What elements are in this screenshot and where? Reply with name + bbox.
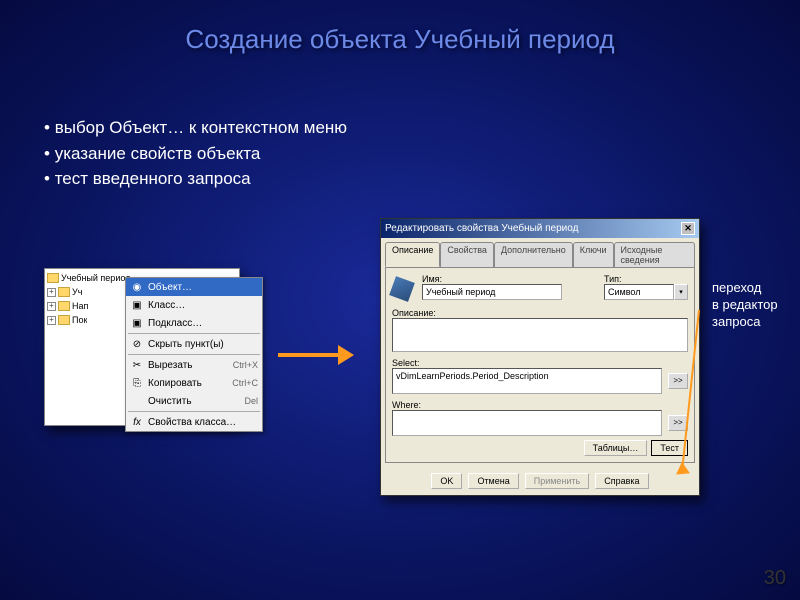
tree-label: Учебный период: [61, 273, 130, 283]
name-input[interactable]: Учебный период: [422, 284, 562, 300]
bullet-item: тест введенного запроса: [44, 166, 347, 192]
bullet-item: указание свойств объекта: [44, 141, 347, 167]
menu-label: Скрыть пункт(ы): [148, 339, 224, 350]
expand-icon[interactable]: +: [47, 288, 56, 297]
where-label: Where:: [392, 400, 688, 410]
menu-item-copy[interactable]: ⎘ Копировать Ctrl+C: [126, 374, 262, 392]
cube-icon: ◉: [130, 280, 144, 294]
menu-label: Свойства класса…: [148, 417, 236, 428]
fx-icon: fx: [130, 415, 144, 429]
tree-panel: Учебный период + Уч + Нап + Пок ◉ Объект…: [44, 268, 240, 426]
menu-label: Объект…: [148, 282, 192, 293]
where-textarea[interactable]: [392, 410, 662, 436]
menu-item-classprops[interactable]: fx Свойства класса…: [126, 413, 262, 431]
shortcut: Ctrl+X: [233, 360, 258, 370]
cut-icon: ✂: [130, 358, 144, 372]
tab-keys[interactable]: Ключи: [573, 242, 614, 267]
description-textarea[interactable]: [392, 318, 688, 352]
annotation-line: в редактор: [712, 297, 778, 314]
dialog-footer: OK Отмена Применить Справка: [381, 467, 699, 495]
annotation-text: переход в редактор запроса: [712, 280, 778, 331]
select-textarea[interactable]: vDimLearnPeriods.Period_Description: [392, 368, 662, 394]
properties-dialog: Редактировать свойства Учебный период ✕ …: [380, 218, 700, 496]
folder-icon: [58, 315, 70, 325]
ok-button[interactable]: OK: [431, 473, 462, 489]
tree-label: Нап: [72, 301, 88, 311]
menu-item-clear[interactable]: Очистить Del: [126, 392, 262, 410]
folder-icon: [58, 301, 70, 311]
shortcut: Del: [244, 396, 258, 406]
menu-item-object[interactable]: ◉ Объект…: [126, 278, 262, 296]
copy-icon: ⎘: [130, 376, 144, 390]
folder-icon: ▣: [130, 298, 144, 312]
flow-arrow: [278, 345, 358, 365]
dialog-title-text: Редактировать свойства Учебный период: [385, 223, 578, 234]
expand-icon[interactable]: +: [47, 302, 56, 311]
slide-number: 30: [764, 567, 786, 590]
bullet-list: выбор Объект… к контекстном меню указани…: [44, 115, 347, 192]
menu-separator: [128, 333, 260, 334]
description-label: Описание:: [392, 308, 688, 318]
folder-icon: [58, 287, 70, 297]
expand-icon[interactable]: +: [47, 316, 56, 325]
folder-icon: [47, 273, 59, 283]
tables-button[interactable]: Таблицы…: [584, 440, 648, 456]
menu-separator: [128, 354, 260, 355]
annotation-line: запроса: [712, 314, 778, 331]
hide-icon: ⊘: [130, 337, 144, 351]
clear-icon: [130, 394, 144, 408]
dropdown-icon[interactable]: ▾: [674, 284, 688, 300]
dialog-titlebar: Редактировать свойства Учебный период ✕: [381, 219, 699, 238]
menu-item-cut[interactable]: ✂ Вырезать Ctrl+X: [126, 356, 262, 374]
type-label: Тип:: [604, 274, 688, 284]
menu-label: Копировать: [148, 378, 202, 389]
tab-properties[interactable]: Свойства: [440, 242, 494, 267]
menu-label: Подкласс…: [148, 318, 202, 329]
type-select[interactable]: Символ: [604, 284, 674, 300]
select-label: Select:: [392, 358, 688, 368]
shortcut: Ctrl+C: [232, 378, 258, 388]
tab-description[interactable]: Описание: [385, 242, 440, 267]
bullet-item: выбор Объект… к контекстном меню: [44, 115, 347, 141]
tab-extra[interactable]: Дополнительно: [494, 242, 573, 267]
menu-label: Класс…: [148, 300, 185, 311]
tab-source[interactable]: Исходные сведения: [614, 242, 696, 267]
name-label: Имя:: [422, 274, 598, 284]
close-button[interactable]: ✕: [681, 222, 695, 235]
object-icon: [389, 276, 415, 302]
apply-button[interactable]: Применить: [525, 473, 590, 489]
tree-label: Пок: [72, 315, 87, 325]
dialog-body: Имя: Учебный период Тип: Символ ▾ Описан…: [385, 267, 695, 463]
folder-icon: ▣: [130, 316, 144, 330]
menu-item-subclass[interactable]: ▣ Подкласс…: [126, 314, 262, 332]
menu-separator: [128, 411, 260, 412]
menu-label: Вырезать: [148, 360, 192, 371]
annotation-arrow: [680, 310, 720, 490]
menu-item-class[interactable]: ▣ Класс…: [126, 296, 262, 314]
menu-item-hide[interactable]: ⊘ Скрыть пункт(ы): [126, 335, 262, 353]
annotation-line: переход: [712, 280, 778, 297]
menu-label: Очистить: [148, 396, 192, 407]
help-button[interactable]: Справка: [595, 473, 648, 489]
tree-label: Уч: [72, 287, 82, 297]
context-menu: ◉ Объект… ▣ Класс… ▣ Подкласс… ⊘ Скрыть …: [125, 277, 263, 432]
slide-title: Создание объекта Учебный период: [0, 0, 800, 55]
tab-bar: Описание Свойства Дополнительно Ключи Ис…: [381, 238, 699, 267]
cancel-button[interactable]: Отмена: [468, 473, 518, 489]
